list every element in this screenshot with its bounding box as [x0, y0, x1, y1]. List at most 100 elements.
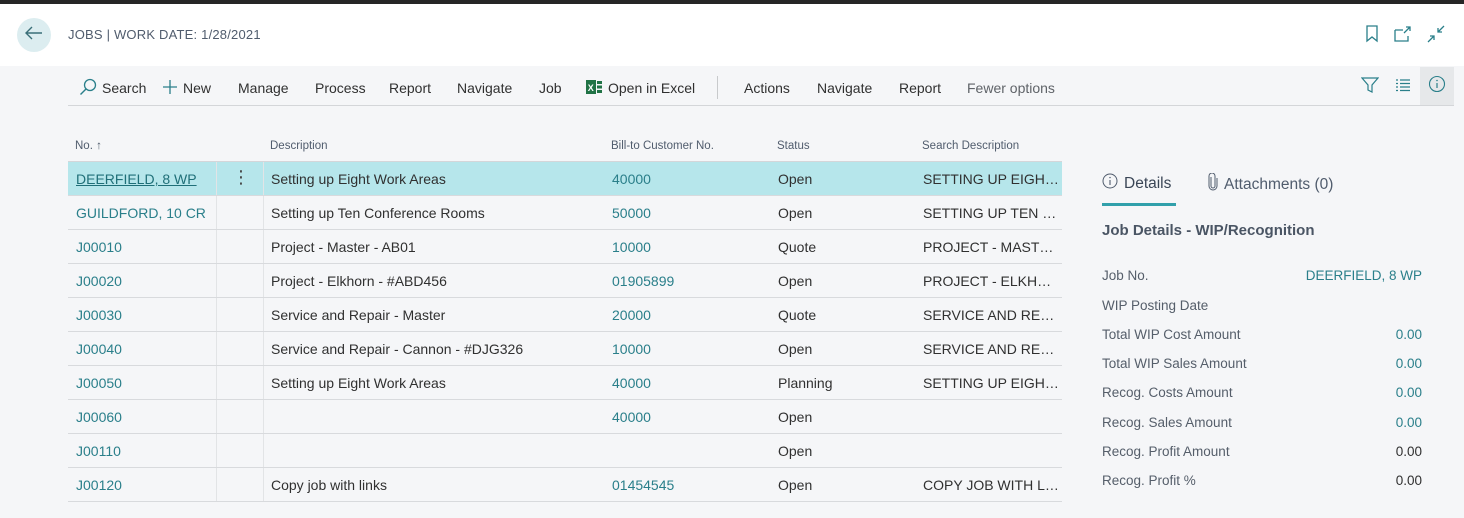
svg-text:X: X — [588, 83, 594, 93]
table-row[interactable]: J00010 Project - Master - AB01 10000 Quote P… — [68, 230, 1062, 264]
search-action[interactable]: Search — [79, 78, 146, 98]
list-view-button[interactable] — [1391, 76, 1415, 98]
navigate-promoted-menu[interactable]: Navigate — [817, 78, 872, 98]
column-header-description[interactable]: Description — [270, 140, 328, 152]
column-divider — [263, 468, 264, 501]
factbox-field: Recog. Profit Amount 0.00 — [1102, 444, 1422, 464]
factbox-field: Recog. Sales Amount 0.00 — [1102, 415, 1422, 435]
field-label: Recog. Sales Amount — [1102, 415, 1232, 430]
table-row[interactable]: J00120 Copy job with links 01454545 Open COP… — [68, 468, 1062, 502]
open-in-excel-label: Open in Excel — [608, 80, 696, 96]
filter-button[interactable] — [1358, 76, 1382, 98]
column-divider — [263, 298, 264, 331]
column-header-bill-to-customer-no[interactable]: Bill-to Customer No. — [611, 140, 714, 152]
table-row[interactable]: J00050 Setting up Eight Work Areas 40000 Pl… — [68, 366, 1062, 400]
navigate-menu[interactable]: Navigate — [457, 78, 512, 98]
bookmark-button[interactable] — [1362, 24, 1382, 48]
field-value[interactable]: 0.00 — [1396, 385, 1422, 400]
job-no-link[interactable]: J00060 — [76, 409, 216, 425]
column-divider — [216, 468, 217, 501]
bill-to-customer-link[interactable]: 20000 — [612, 307, 752, 323]
bookmark-icon — [1365, 24, 1379, 48]
table-row[interactable]: J00040 Service and Repair - Cannon - #DJG… — [68, 332, 1062, 366]
column-header-no[interactable]: No. ↑ — [75, 140, 102, 152]
bill-to-customer-link[interactable]: 10000 — [612, 341, 752, 357]
column-divider — [263, 162, 264, 195]
process-menu[interactable]: Process — [315, 78, 366, 98]
field-value[interactable]: 0.00 — [1396, 356, 1422, 371]
field-value[interactable]: 0.00 — [1396, 415, 1422, 430]
search-description-cell: SERVICE AND REPAI... — [923, 307, 1059, 323]
status-cell: Open — [778, 341, 813, 357]
status-cell: Open — [778, 171, 813, 187]
manage-menu[interactable]: Manage — [238, 78, 289, 98]
factbox-toggle-button[interactable] — [1420, 67, 1454, 105]
job-no-link[interactable]: DEERFIELD, 8 WP — [76, 171, 216, 187]
field-label: Recog. Profit Amount — [1102, 444, 1230, 459]
column-divider — [263, 196, 264, 229]
row-menu-icon[interactable]: ⋮ — [232, 168, 248, 186]
tab-details-label: Details — [1124, 174, 1172, 192]
open-new-window-button[interactable] — [1393, 25, 1413, 46]
report-menu[interactable]: Report — [389, 78, 431, 98]
job-menu[interactable]: Job — [539, 78, 562, 98]
column-divider — [263, 332, 264, 365]
field-label: Total WIP Sales Amount — [1102, 356, 1247, 371]
bill-to-customer-link[interactable]: 40000 — [612, 409, 752, 425]
table-row[interactable]: J00060 40000 Open — [68, 400, 1062, 434]
column-header-status[interactable]: Status — [777, 140, 810, 152]
open-in-excel-action[interactable]: X Open in Excel — [586, 78, 695, 98]
search-description-cell: COPY JOB WITH LIN... — [923, 477, 1059, 493]
table-row[interactable]: J00030 Service and Repair - Master 20000 Qu… — [68, 298, 1062, 332]
field-value[interactable]: DEERFIELD, 8 WP — [1306, 268, 1422, 283]
table-row[interactable]: J00020 Project - Elkhorn - #ABD456 0190589… — [68, 264, 1062, 298]
filter-icon — [1360, 76, 1380, 99]
jobs-list: No. ↑ Description Bill-to Customer No. S… — [68, 130, 1062, 502]
column-divider — [216, 196, 217, 229]
tab-attachments[interactable]: Attachments (0) — [1208, 172, 1333, 196]
table-row[interactable]: DEERFIELD, 8 WP ⋮ Setting up Eight Work Ar… — [68, 162, 1062, 196]
factbox-pane: Details Attachments (0) Job Details - WI… — [1102, 165, 1422, 488]
column-header-search-description[interactable]: Search Description — [922, 140, 1019, 152]
page-title: JOBS | WORK DATE: 1/28/2021 — [68, 27, 261, 42]
bill-to-customer-link[interactable]: 10000 — [612, 239, 752, 255]
new-action[interactable]: New — [162, 78, 211, 98]
description-cell: Copy job with links — [271, 477, 387, 493]
job-no-link[interactable]: GUILDFORD, 10 CR — [76, 205, 216, 221]
back-arrow-icon — [25, 26, 43, 45]
job-no-link[interactable]: J00050 — [76, 375, 216, 391]
back-button[interactable] — [17, 18, 51, 52]
collapse-button[interactable] — [1426, 25, 1446, 46]
job-no-link[interactable]: J00030 — [76, 307, 216, 323]
bill-to-customer-link[interactable]: 40000 — [612, 171, 752, 187]
table-row[interactable]: J00110 Open — [68, 434, 1062, 468]
list-view-icon — [1395, 78, 1411, 97]
factbox-title: Job Details - WIP/Recognition — [1102, 222, 1315, 239]
job-no-link[interactable]: J00110 — [76, 443, 216, 459]
job-no-link[interactable]: J00040 — [76, 341, 216, 357]
column-divider — [216, 230, 217, 263]
status-cell: Open — [778, 409, 813, 425]
status-cell: Open — [778, 273, 813, 289]
bill-to-customer-link[interactable]: 50000 — [612, 205, 752, 221]
job-no-link[interactable]: J00120 — [76, 477, 216, 493]
table-row[interactable]: GUILDFORD, 10 CR Setting up Ten Conferenc… — [68, 196, 1062, 230]
bill-to-customer-link[interactable]: 01905899 — [612, 273, 752, 289]
active-tab-indicator — [1102, 203, 1176, 206]
field-value[interactable]: 0.00 — [1396, 327, 1422, 342]
field-label: Recog. Profit % — [1102, 473, 1196, 488]
search-action-label: Search — [102, 80, 147, 96]
status-cell: Quote — [778, 307, 817, 323]
field-label: Recog. Costs Amount — [1102, 385, 1233, 400]
bill-to-customer-link[interactable]: 01454545 — [612, 477, 752, 493]
tab-details[interactable]: Details — [1102, 173, 1171, 194]
field-label: Job No. — [1102, 268, 1149, 283]
bill-to-customer-link[interactable]: 40000 — [612, 375, 752, 391]
fewer-options-button[interactable]: Fewer options — [967, 78, 1055, 98]
report-promoted-menu[interactable]: Report — [899, 78, 941, 98]
job-no-link[interactable]: J00010 — [76, 239, 216, 255]
job-no-link[interactable]: J00020 — [76, 273, 216, 289]
column-divider — [263, 366, 264, 399]
actions-menu[interactable]: Actions — [744, 78, 790, 98]
column-divider — [216, 332, 217, 365]
